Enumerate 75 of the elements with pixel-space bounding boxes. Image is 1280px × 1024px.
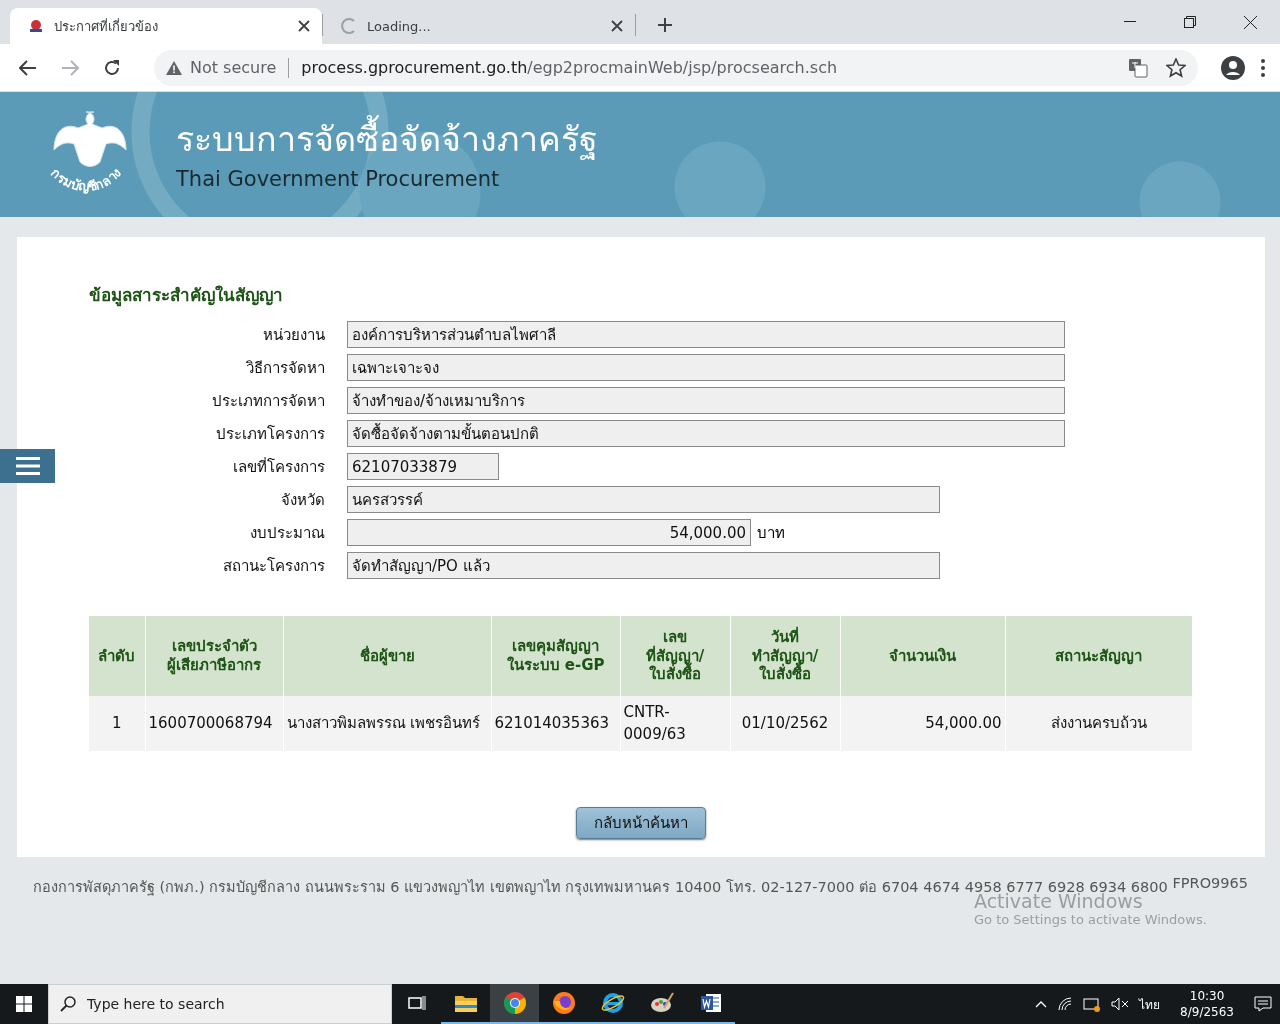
folder-icon (453, 993, 478, 1013)
back-arrow-icon (19, 59, 37, 76)
reload-icon (103, 58, 121, 77)
address-bar[interactable]: Not secure process.gprocurement.go.th/egp2procmainWeb/jsp/procsearch.sch (154, 49, 1198, 86)
star-icon[interactable] (1166, 57, 1186, 78)
more-menu-icon[interactable] (1260, 57, 1266, 78)
browser-tab[interactable]: Loading... (323, 8, 635, 44)
table-cell: 621014035363 (491, 696, 620, 751)
table-cell: 54,000.00 (840, 696, 1005, 751)
field-label: วิธีการจัดหา (245, 357, 326, 379)
language-indicator[interactable]: ไทย (1139, 994, 1161, 1014)
field-label: ประเภทการจัดหา (211, 390, 326, 412)
chevron-up-icon[interactable] (1035, 1000, 1048, 1008)
column-header: เลข ที่สัญญา/ ใบสั่งซื้อ (620, 616, 730, 696)
minimize-icon (1124, 21, 1136, 23)
readonly-field[interactable]: จ้างทำของ/จ้างเหมาบริการ (347, 387, 1065, 414)
menu-icon (15, 457, 40, 475)
task-view-icon (407, 995, 426, 1011)
translate-icon[interactable] (1128, 57, 1148, 78)
back-to-search-button[interactable]: กลับหน้าค้นหา (576, 807, 706, 839)
muted-speaker-icon[interactable] (1111, 997, 1130, 1011)
clock[interactable]: 10:30 8/9/2563 (1180, 987, 1234, 1021)
word-icon (699, 992, 722, 1014)
unit-label: บาท (757, 522, 785, 544)
globe-e-icon (600, 991, 625, 1015)
site-subtitle: Thai Government Procurement (176, 166, 501, 191)
account-icon[interactable] (1220, 54, 1246, 81)
table-cell: 1 (89, 696, 145, 751)
notification-icon[interactable] (1254, 996, 1272, 1012)
table-cell: 01/10/2562 (730, 696, 840, 751)
close-icon[interactable] (611, 20, 623, 32)
palette-icon (649, 991, 674, 1015)
taskbar-search-field[interactable]: Type here to search (48, 984, 392, 1024)
close-icon (1243, 15, 1257, 29)
readonly-field[interactable]: เฉพาะเจาะจง (347, 354, 1065, 381)
search-icon (60, 996, 76, 1012)
column-header: วันที่ ทำสัญญา/ ใบสั่งซื้อ (730, 616, 840, 696)
url-text: process.gprocurement.go.th/egp2procmainWeb/jsp/procsearch.sch (301, 58, 838, 77)
readonly-field[interactable]: องค์การบริหารส่วนตำบลไพศาลี (347, 321, 1065, 348)
table-cell: CNTR-0009/63 (620, 696, 730, 751)
table-cell: นางสาวพิมลพรรณ เพชรอินทร์ (283, 696, 491, 751)
site-title: ระบบการจัดซื้อจัดจ้างภาครัฐ (176, 112, 598, 167)
readonly-field[interactable]: 54,000.00 (347, 519, 751, 546)
field-label: หน่วยงาน (262, 324, 326, 346)
warning-icon (166, 60, 182, 75)
forward-arrow-icon (61, 59, 79, 76)
column-header: เลขประจำตัว ผู้เสียภาษีอากร (145, 616, 283, 696)
field-label: เลขที่โครงการ (232, 456, 326, 478)
column-header: จำนวนเงิน (840, 616, 1005, 696)
readonly-field[interactable]: จัดซื้อจัดจ้างตามขั้นตอนปกติ (347, 420, 1065, 447)
windows-logo-icon (16, 996, 32, 1012)
readonly-field[interactable]: จัดทำสัญญา/PO แล้ว (347, 552, 940, 579)
activation-subtitle: Go to Settings to activate Windows. (974, 912, 1207, 927)
field-label: ประเภทโครงการ (215, 423, 326, 445)
device-icon[interactable] (1083, 996, 1102, 1012)
plus-icon (657, 17, 673, 33)
field-label: สถานะโครงการ (222, 555, 326, 577)
readonly-field[interactable]: นครสวรรค์ (347, 486, 940, 513)
table-cell: ส่งงานครบถ้วน (1005, 696, 1192, 751)
close-icon[interactable] (298, 20, 310, 32)
column-header: ชื่อผู้ขาย (283, 616, 491, 696)
field-label: งบประมาณ (249, 522, 326, 544)
table-cell: 1600700068794 (145, 696, 283, 751)
page-code: FPRO9965 (1172, 875, 1248, 893)
column-header: ลำดับ (89, 616, 145, 696)
security-label: Not secure (190, 58, 277, 77)
readonly-field[interactable]: 62107033879 (347, 453, 499, 480)
column-header: สถานะสัญญา (1005, 616, 1192, 696)
field-label: จังหวัด (280, 489, 326, 511)
menu-button[interactable] (0, 449, 55, 483)
browser-tab[interactable]: ประกาศที่เกี่ยวข้อง (10, 8, 322, 44)
column-header: เลขคุมสัญญา ในระบบ e-GP (491, 616, 620, 696)
wifi-icon[interactable] (1057, 997, 1074, 1011)
section-heading: ข้อมูลสาระสำคัญในสัญญา (89, 284, 284, 308)
restore-icon (1184, 16, 1196, 28)
